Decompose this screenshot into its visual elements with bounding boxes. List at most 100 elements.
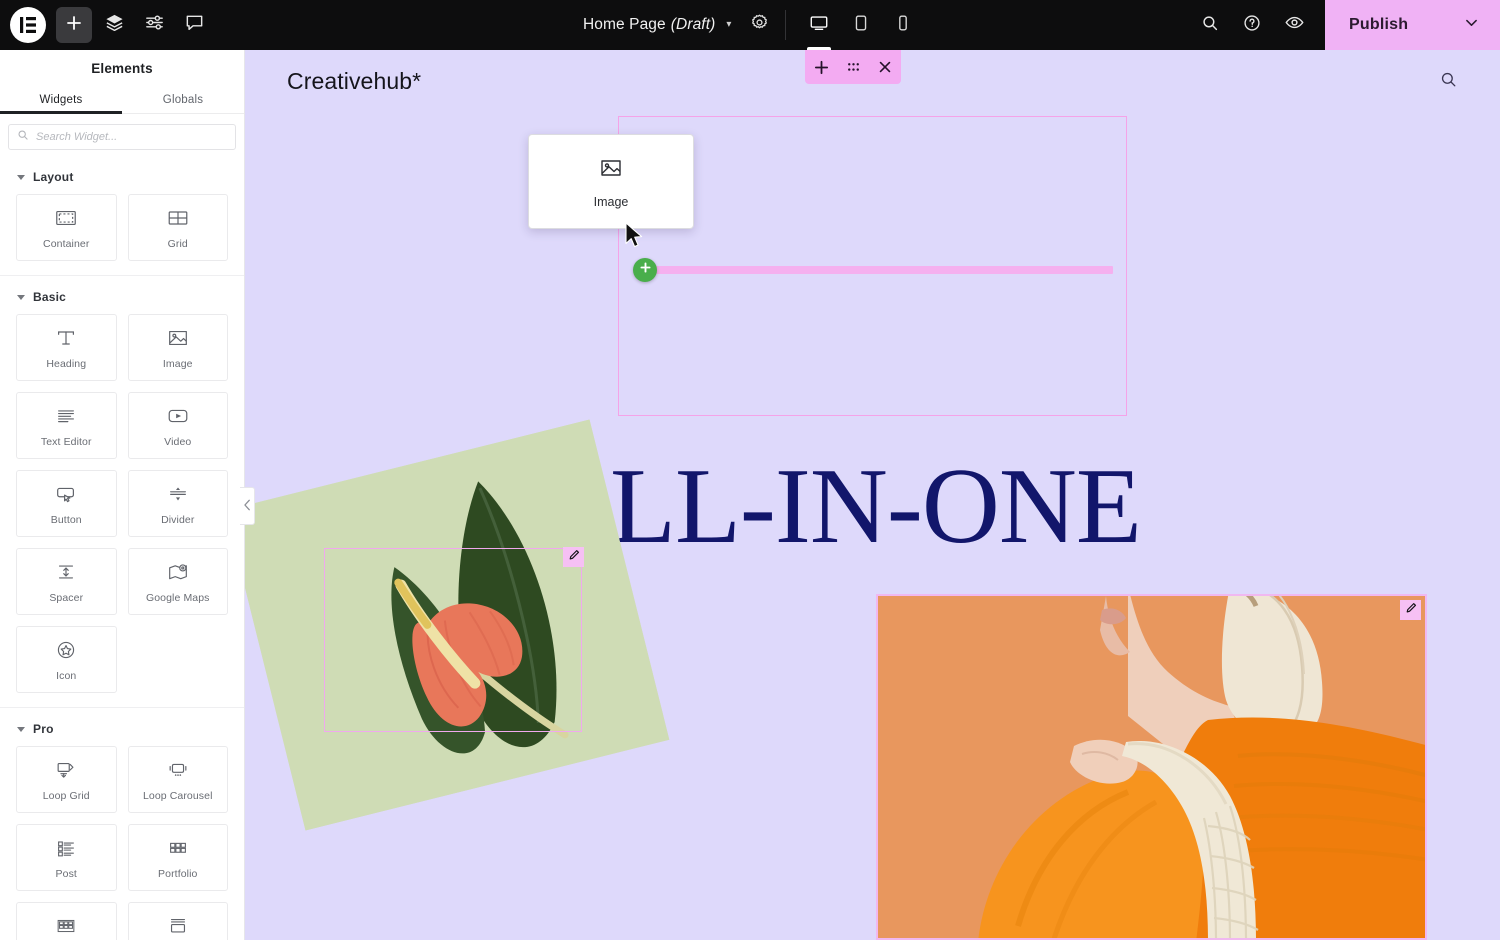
elementor-logo-icon[interactable] (10, 7, 46, 43)
map-pin-icon (166, 560, 190, 584)
widget-heading[interactable]: Heading (16, 314, 117, 381)
drop-indicator-bar (643, 266, 1113, 274)
comment-icon (184, 12, 205, 38)
editor-canvas[interactable]: Creativehub* Image A (245, 50, 1500, 940)
chevron-down-icon[interactable] (1463, 14, 1480, 36)
button-cursor-icon (54, 482, 78, 506)
widget-portfolio[interactable]: Portfolio (128, 824, 229, 891)
widget-label: Divider (161, 514, 194, 526)
mouse-cursor (625, 222, 645, 254)
widget-google-maps[interactable]: Google Maps (128, 548, 229, 615)
panel-collapse-button[interactable] (240, 487, 255, 525)
device-desktop[interactable] (802, 0, 836, 50)
edit-flower-image-button[interactable] (563, 547, 584, 567)
mobile-icon (893, 13, 913, 38)
sliders-icon (144, 12, 165, 38)
section-title: Layout (33, 170, 74, 184)
hero-heading[interactable]: ALL-IN-ONE (533, 453, 1141, 561)
widget-label: Portfolio (158, 868, 197, 880)
section-header-layout[interactable]: Layout (8, 164, 236, 194)
help-button[interactable] (1235, 8, 1269, 42)
publish-button-group[interactable]: Publish (1325, 0, 1500, 50)
search-icon (1200, 13, 1220, 38)
widget-text-editor[interactable]: Text Editor (16, 392, 117, 459)
widget-post[interactable]: Post (16, 824, 117, 891)
widget-label: Spacer (49, 592, 83, 604)
elements-panel: Elements Widgets Globals Layout Con (0, 50, 245, 940)
chevron-down-icon: ▾ (726, 19, 731, 30)
publish-button[interactable]: Publish (1349, 16, 1408, 34)
star-circle-icon (54, 638, 78, 662)
widget-video[interactable]: Video (128, 392, 229, 459)
tab-widgets[interactable]: Widgets (0, 86, 122, 113)
section-header-basic[interactable]: Basic (8, 284, 236, 314)
site-settings-button[interactable] (136, 7, 172, 43)
site-logo-text[interactable]: Creativehub* (287, 68, 421, 95)
widget-label: Text Editor (41, 436, 92, 448)
document-title-dropdown[interactable]: Home Page (Draft) ▾ (583, 16, 732, 34)
document-status: (Draft) (671, 16, 716, 34)
widget-label: Post (56, 868, 77, 880)
site-search-icon[interactable] (1439, 70, 1458, 94)
search-icon (17, 128, 29, 146)
widget-label: Loop Grid (43, 790, 90, 802)
section-header-pro[interactable]: Pro (8, 716, 236, 746)
pencil-icon (568, 548, 580, 566)
post-list-icon (54, 836, 78, 860)
widget-search-wrap (0, 114, 244, 156)
finder-search-button[interactable] (1193, 8, 1227, 42)
top-bar-right-group: Publish (1193, 0, 1500, 50)
add-widget-here-button[interactable] (633, 258, 657, 282)
preview-changes-button[interactable] (1277, 8, 1311, 42)
search-widget-box[interactable] (8, 124, 236, 150)
widget-section-pro: Pro Loop Grid Loop Carousel Post (0, 708, 244, 940)
widget-loop-carousel[interactable]: Loop Carousel (128, 746, 229, 813)
widget-loop-grid[interactable]: Loop Grid (16, 746, 117, 813)
pencil-icon (1405, 601, 1417, 619)
woman-orange-sweater-image[interactable] (876, 594, 1427, 940)
chevron-down-icon (17, 727, 25, 732)
heading-t-icon (54, 326, 78, 350)
widget-spacer[interactable]: Spacer (16, 548, 117, 615)
widget-image[interactable]: Image (128, 314, 229, 381)
tablet-icon (851, 13, 871, 38)
flower-image-selection-box[interactable] (324, 548, 582, 732)
widget-container[interactable]: Container (16, 194, 117, 261)
widget-divider[interactable]: Divider (128, 470, 229, 537)
search-input[interactable] (36, 131, 227, 143)
top-bar-utility-icons (1193, 8, 1325, 42)
widget-label: Container (43, 238, 89, 250)
widget-button[interactable]: Button (16, 470, 117, 537)
add-element-button[interactable] (56, 7, 92, 43)
close-x-icon[interactable] (872, 54, 898, 80)
comments-button[interactable] (176, 7, 212, 43)
device-switcher (802, 0, 920, 50)
widget-label: Icon (56, 670, 76, 682)
widget-gallery[interactable]: Gallery (16, 902, 117, 940)
widget-label: Heading (46, 358, 86, 370)
document-title: Home Page (583, 16, 666, 34)
chevron-left-icon (243, 499, 252, 514)
plus-icon (639, 261, 652, 279)
edit-woman-image-button[interactable] (1400, 600, 1421, 620)
divider-icon (166, 482, 190, 506)
image-icon (166, 326, 190, 350)
device-mobile[interactable] (886, 0, 920, 50)
eye-icon (1284, 12, 1305, 38)
widget-section-layout: Layout Container Grid (0, 156, 244, 276)
widget-grid[interactable]: Grid (128, 194, 229, 261)
add-section-button[interactable] (808, 54, 834, 80)
drop-indicator (633, 258, 1113, 282)
chevron-down-icon (17, 295, 25, 300)
widget-section-basic: Basic Heading Image Text Editor (0, 276, 244, 708)
document-settings-button[interactable] (750, 13, 769, 37)
navigator-button[interactable] (96, 7, 132, 43)
widget-label: Google Maps (146, 592, 210, 604)
widget-form[interactable]: Form (128, 902, 229, 940)
drag-dots-icon[interactable] (840, 54, 866, 80)
widget-label: Button (51, 514, 82, 526)
grid-icon (166, 206, 190, 230)
widget-icon[interactable]: Icon (16, 626, 117, 693)
device-tablet[interactable] (844, 0, 878, 50)
tab-globals[interactable]: Globals (122, 86, 244, 113)
